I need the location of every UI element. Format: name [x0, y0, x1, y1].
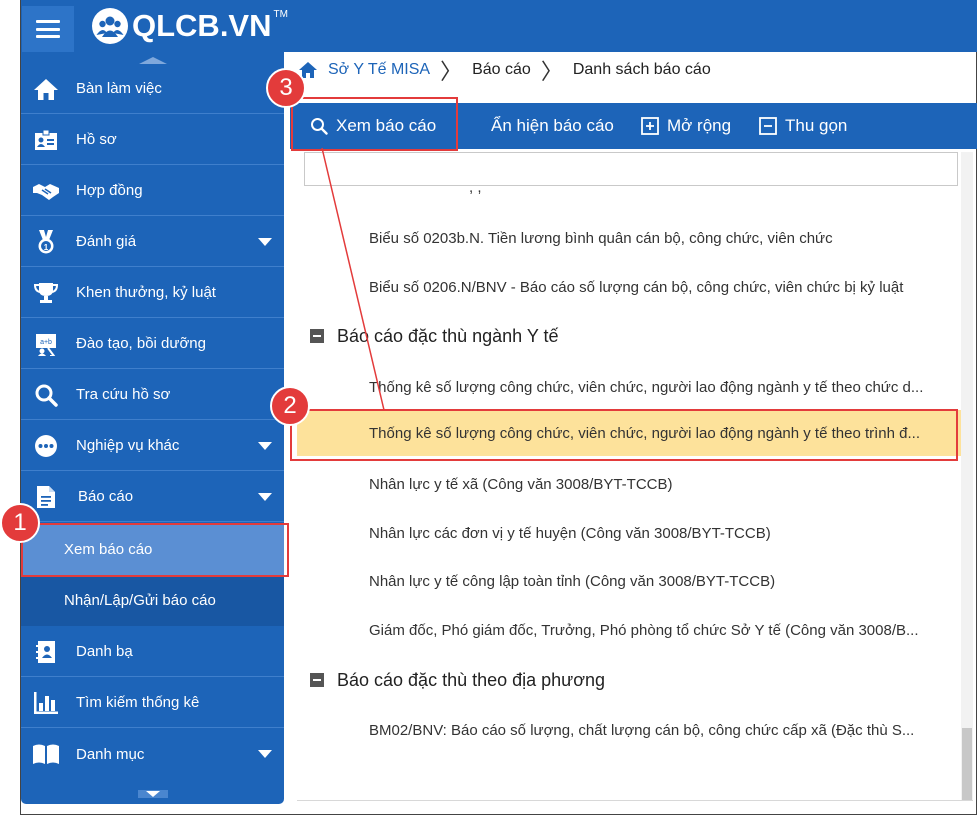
annotation-box-3 [291, 97, 458, 151]
annotation-badge-1: 1 [0, 503, 40, 543]
annotation-badge-2: 2 [270, 386, 310, 426]
annotation-box-1 [21, 523, 289, 577]
annotation-badge-3: 3 [266, 68, 306, 108]
annotation-arrow-line [321, 147, 385, 411]
annotation-box-2 [290, 409, 958, 461]
